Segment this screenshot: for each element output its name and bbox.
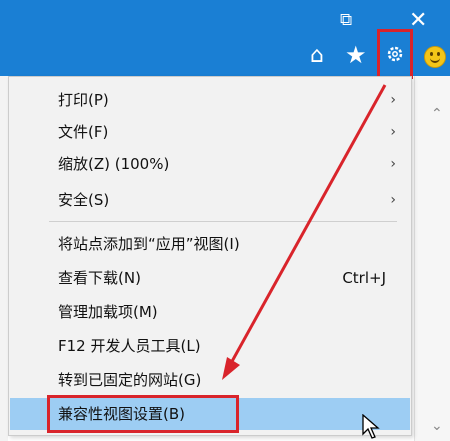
menu-item-label: 将站点添加到“应用”视图(I) <box>58 235 240 253</box>
menu-item-label: 缩放(Z) (100%) <box>58 155 170 173</box>
chevron-up-icon[interactable]: ⌃ <box>431 106 443 122</box>
menu-item-manage-addons[interactable]: 管理加载项(M) <box>10 296 410 328</box>
menu-item-f12-dev-tools[interactable]: F12 开发人员工具(L) <box>10 330 410 362</box>
menu-item-add-site-to-apps[interactable]: 将站点添加到“应用”视图(I) <box>10 228 410 260</box>
star-icon[interactable]: ★ <box>345 43 367 67</box>
restore-icon[interactable]: ⧉ <box>340 12 352 29</box>
annotation-highlight-box <box>47 395 239 433</box>
menu-item-label: F12 开发人员工具(L) <box>58 337 201 355</box>
menu-item-shortcut: Ctrl+J <box>342 269 386 287</box>
menu-item-file[interactable]: 文件(F) › <box>10 116 410 148</box>
page-background-left <box>0 76 8 441</box>
tools-button[interactable] <box>377 29 413 79</box>
menu-item-pinned-sites[interactable]: 转到已固定的网站(G) <box>10 364 410 396</box>
page-scrollbar-area: ⌃ ⌄ <box>414 76 450 441</box>
submenu-arrow-icon: › <box>390 92 396 108</box>
submenu-arrow-icon: › <box>390 192 396 208</box>
menu-item-safety[interactable]: 安全(S) › <box>10 184 410 216</box>
menu-separator <box>49 221 397 222</box>
title-bar: ⧉ ✕ ⌂ ★ <box>0 0 450 79</box>
submenu-arrow-icon: › <box>390 124 396 140</box>
home-icon[interactable]: ⌂ <box>310 45 324 67</box>
tools-menu: 打印(P) › 文件(F) › 缩放(Z) (100%) › 安全(S) › 将… <box>8 76 412 436</box>
menu-item-label: 查看下载(N) <box>58 269 141 287</box>
gear-icon <box>387 46 403 62</box>
menu-item-print[interactable]: 打印(P) › <box>10 84 410 116</box>
mouse-cursor-icon <box>362 414 380 439</box>
menu-item-label: 转到已固定的网站(G) <box>58 371 202 389</box>
smiley-icon[interactable] <box>424 46 446 68</box>
chevron-down-icon[interactable]: ⌄ <box>431 418 443 434</box>
menu-item-label: 安全(S) <box>58 191 110 209</box>
menu-item-label: 管理加载项(M) <box>58 303 158 321</box>
menu-item-label: 打印(P) <box>58 91 109 109</box>
submenu-arrow-icon: › <box>390 156 396 172</box>
menu-item-zoom[interactable]: 缩放(Z) (100%) › <box>10 148 410 180</box>
menu-item-label: 文件(F) <box>58 123 109 141</box>
menu-item-view-downloads[interactable]: 查看下载(N) Ctrl+J <box>10 262 410 294</box>
